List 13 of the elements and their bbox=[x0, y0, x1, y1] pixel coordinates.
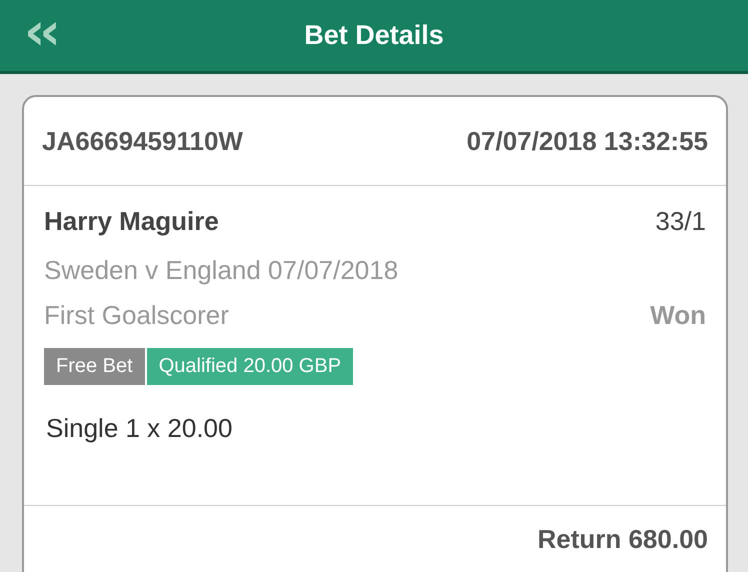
back-button[interactable]: ‹‹ bbox=[24, 6, 55, 58]
bet-reference: JA6669459110W bbox=[42, 126, 243, 156]
event-name: Sweden v England 07/07/2018 bbox=[44, 255, 398, 286]
odds: 33/1 bbox=[655, 206, 706, 237]
selection-name: Harry Maguire bbox=[44, 206, 219, 237]
bet-tag: Free Bet bbox=[44, 348, 145, 385]
return-amount: Return 680.00 bbox=[537, 524, 708, 555]
market-name: First Goalscorer bbox=[44, 300, 229, 331]
bet-datetime: 07/07/2018 13:32:55 bbox=[466, 126, 708, 156]
bet-result: Won bbox=[650, 300, 706, 331]
bet-tag: Qualified 20.00 GBP bbox=[146, 348, 354, 385]
stake-text: Single 1 x 20.00 bbox=[45, 413, 234, 444]
page-title: Bet Details bbox=[304, 20, 444, 51]
